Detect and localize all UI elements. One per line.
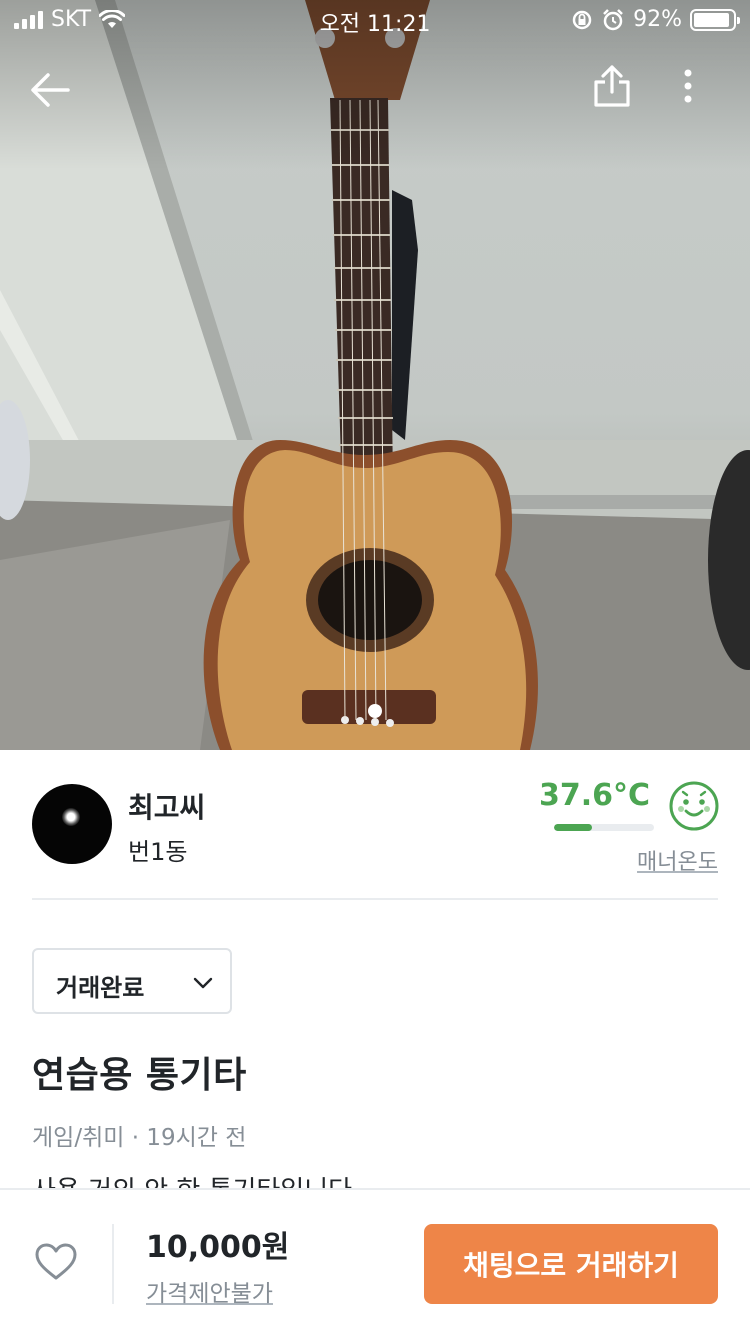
product-photo[interactable]: SKT 오전 11:21 92% [0, 0, 750, 750]
photo-page-indicator [0, 704, 750, 718]
avatar[interactable] [32, 784, 112, 864]
seller-profile[interactable]: 최고씨 번1동 37.6°C 매너온도 [0, 750, 750, 900]
page-dot-active [368, 704, 382, 718]
price: 10,000원 [146, 1230, 290, 1265]
like-button[interactable] [28, 1234, 84, 1290]
listing-title: 연습용 통기타 [32, 1055, 247, 1096]
listing-meta: 게임/취미 · 19시간 전 [32, 1118, 246, 1152]
rotation-lock-icon [572, 10, 592, 29]
trade-status-value: 거래완료 [56, 974, 145, 1002]
listing-posted-time: 19시간 전 [146, 1125, 247, 1151]
status-bar: SKT 오전 11:21 92% [0, 0, 750, 40]
chat-trade-button[interactable]: 채팅으로 거래하기 [424, 1224, 718, 1304]
listing-category[interactable]: 게임/취미 [32, 1125, 124, 1151]
manner-temperature: 37.6°C [538, 778, 650, 813]
share-icon [594, 65, 630, 107]
meta-separator: · [124, 1125, 147, 1151]
divider [32, 898, 718, 900]
trade-status-dropdown[interactable]: 거래완료 [32, 948, 232, 1014]
smile-face-icon [669, 781, 719, 831]
manner-temperature-bar [554, 824, 654, 831]
seller-location: 번1동 [128, 838, 188, 866]
chevron-down-icon [193, 977, 213, 989]
battery-percent: 92% [633, 7, 682, 32]
seller-name[interactable]: 최고씨 [128, 786, 205, 826]
divider [112, 1224, 114, 1304]
more-vertical-icon [684, 69, 692, 103]
heart-icon [35, 1243, 77, 1280]
more-options-button[interactable] [664, 58, 712, 114]
bottom-action-bar: 10,000원 가격제안불가 채팅으로 거래하기 [0, 1188, 750, 1334]
arrow-left-icon [31, 73, 70, 107]
battery-icon [690, 8, 740, 31]
back-button[interactable] [20, 64, 80, 116]
manner-temperature-label[interactable]: 매너온도 [637, 844, 718, 876]
alarm-icon [603, 8, 623, 30]
price-negotiation-label[interactable]: 가격제안불가 [146, 1274, 273, 1308]
share-button[interactable] [584, 58, 640, 114]
